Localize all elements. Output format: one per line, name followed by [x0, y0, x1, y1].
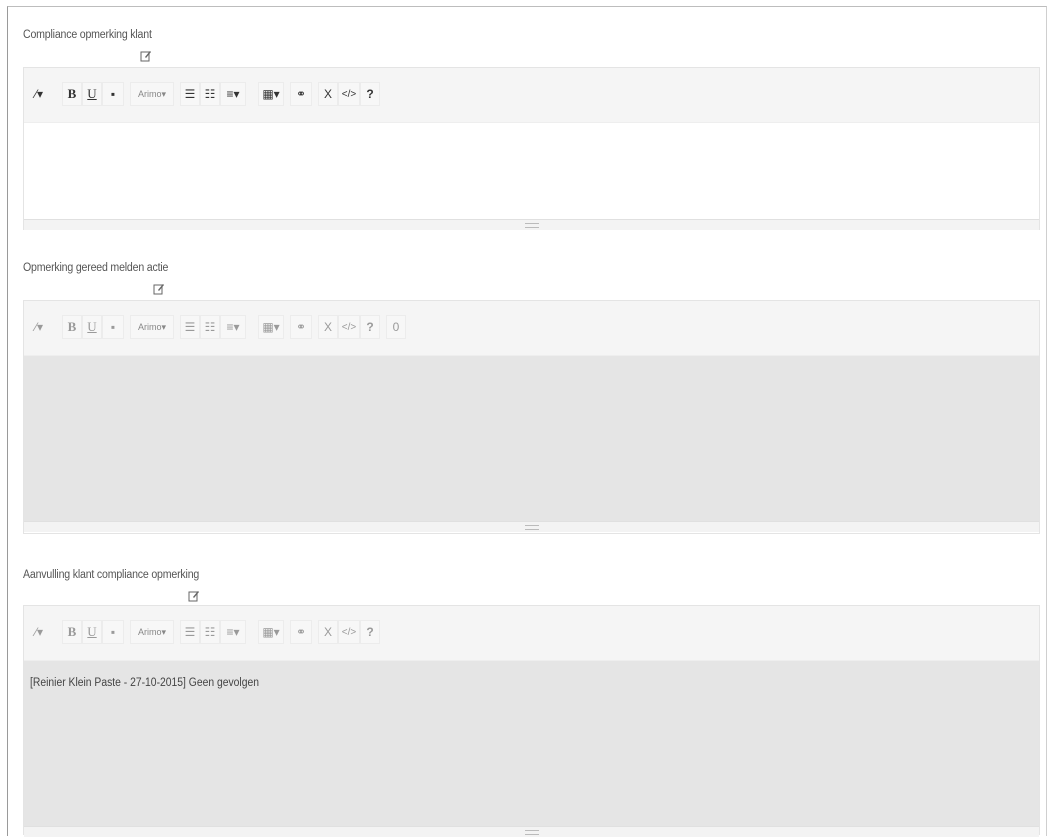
table-icon[interactable]: ▦▾ — [258, 82, 284, 106]
help-icon[interactable]: ? — [360, 315, 380, 339]
unordered-list-icon[interactable]: ☰ — [180, 82, 200, 106]
field-label: Opmerking gereed melden actie — [23, 262, 169, 274]
ordered-list-icon[interactable]: ☷ — [200, 82, 220, 106]
eraser-icon[interactable]: ▪ — [102, 315, 124, 339]
unordered-list-icon[interactable]: ☰ — [180, 620, 200, 644]
resize-handle[interactable] — [24, 826, 1039, 837]
editor-content-area[interactable] — [24, 356, 1039, 521]
edit-icon[interactable] — [140, 50, 152, 62]
font-family-select[interactable]: Arimo▾ — [130, 315, 174, 339]
fullscreen-icon[interactable]: X — [318, 620, 338, 644]
editor-content-area[interactable] — [24, 123, 1039, 219]
grip-icon — [524, 525, 539, 530]
underline-button[interactable]: U — [82, 620, 102, 644]
extra-button[interactable]: 0 — [386, 315, 406, 339]
grip-icon — [524, 830, 539, 835]
bold-button[interactable]: B — [62, 620, 82, 644]
editor-toolbar: ⁄ ▾ B U ▪ Arimo▾ ☰ ☷ ≡▾ ▦▾ ⚭ X </> ? — [24, 606, 1039, 661]
bold-button[interactable]: B — [62, 315, 82, 339]
grip-icon — [524, 223, 539, 228]
magic-wand-icon[interactable]: ⁄ ▾ — [28, 82, 50, 106]
link-icon[interactable]: ⚭ — [290, 82, 312, 106]
eraser-icon[interactable]: ▪ — [102, 82, 124, 106]
underline-button[interactable]: U — [82, 82, 102, 106]
eraser-icon[interactable]: ▪ — [102, 620, 124, 644]
help-icon[interactable]: ? — [360, 82, 380, 106]
resize-handle[interactable] — [24, 219, 1039, 230]
font-family-select[interactable]: Arimo▾ — [130, 82, 174, 106]
help-icon[interactable]: ? — [360, 620, 380, 644]
rich-text-editor: ⁄ ▾ B U ▪ Arimo▾ ☰ ☷ ≡▾ ▦▾ ⚭ X </> ? 0 — [23, 300, 1040, 534]
link-icon[interactable]: ⚭ — [290, 620, 312, 644]
editor-content-area[interactable]: [Reinier Klein Paste - 27-10-2015] Geen … — [24, 661, 1039, 826]
align-icon[interactable]: ≡▾ — [220, 315, 246, 339]
table-icon[interactable]: ▦▾ — [258, 315, 284, 339]
underline-button[interactable]: U — [82, 315, 102, 339]
code-view-icon[interactable]: </> — [338, 315, 360, 339]
table-icon[interactable]: ▦▾ — [258, 620, 284, 644]
magic-wand-icon[interactable]: ⁄ ▾ — [28, 620, 50, 644]
field-label: Aanvulling klant compliance opmerking — [23, 569, 200, 581]
ordered-list-icon[interactable]: ☷ — [200, 620, 220, 644]
font-family-select[interactable]: Arimo▾ — [130, 620, 174, 644]
form-panel: Compliance opmerking klant ⁄ ▾ B U ▪ Arim… — [7, 6, 1047, 837]
code-view-icon[interactable]: </> — [338, 620, 360, 644]
edit-icon[interactable] — [153, 283, 165, 295]
fullscreen-icon[interactable]: X — [318, 315, 338, 339]
rich-text-editor: ⁄ ▾ B U ▪ Arimo▾ ☰ ☷ ≡▾ ▦▾ ⚭ X </> ? [Rei… — [23, 605, 1040, 837]
link-icon[interactable]: ⚭ — [290, 315, 312, 339]
bold-button[interactable]: B — [62, 82, 82, 106]
editor-toolbar: ⁄ ▾ B U ▪ Arimo▾ ☰ ☷ ≡▾ ▦▾ ⚭ X </> ? 0 — [24, 301, 1039, 356]
rich-text-editor: ⁄ ▾ B U ▪ Arimo▾ ☰ ☷ ≡▾ ▦▾ ⚭ X </> ? — [23, 67, 1040, 230]
resize-handle[interactable] — [24, 521, 1039, 532]
edit-icon[interactable] — [188, 590, 200, 602]
editor-toolbar: ⁄ ▾ B U ▪ Arimo▾ ☰ ☷ ≡▾ ▦▾ ⚭ X </> ? — [24, 68, 1039, 123]
magic-wand-icon[interactable]: ⁄ ▾ — [28, 315, 50, 339]
ordered-list-icon[interactable]: ☷ — [200, 315, 220, 339]
code-view-icon[interactable]: </> — [338, 82, 360, 106]
align-icon[interactable]: ≡▾ — [220, 620, 246, 644]
field-label: Compliance opmerking klant — [23, 29, 152, 41]
editor-content-text: [Reinier Klein Paste - 27-10-2015] Geen … — [30, 677, 259, 689]
unordered-list-icon[interactable]: ☰ — [180, 315, 200, 339]
fullscreen-icon[interactable]: X — [318, 82, 338, 106]
align-icon[interactable]: ≡▾ — [220, 82, 246, 106]
